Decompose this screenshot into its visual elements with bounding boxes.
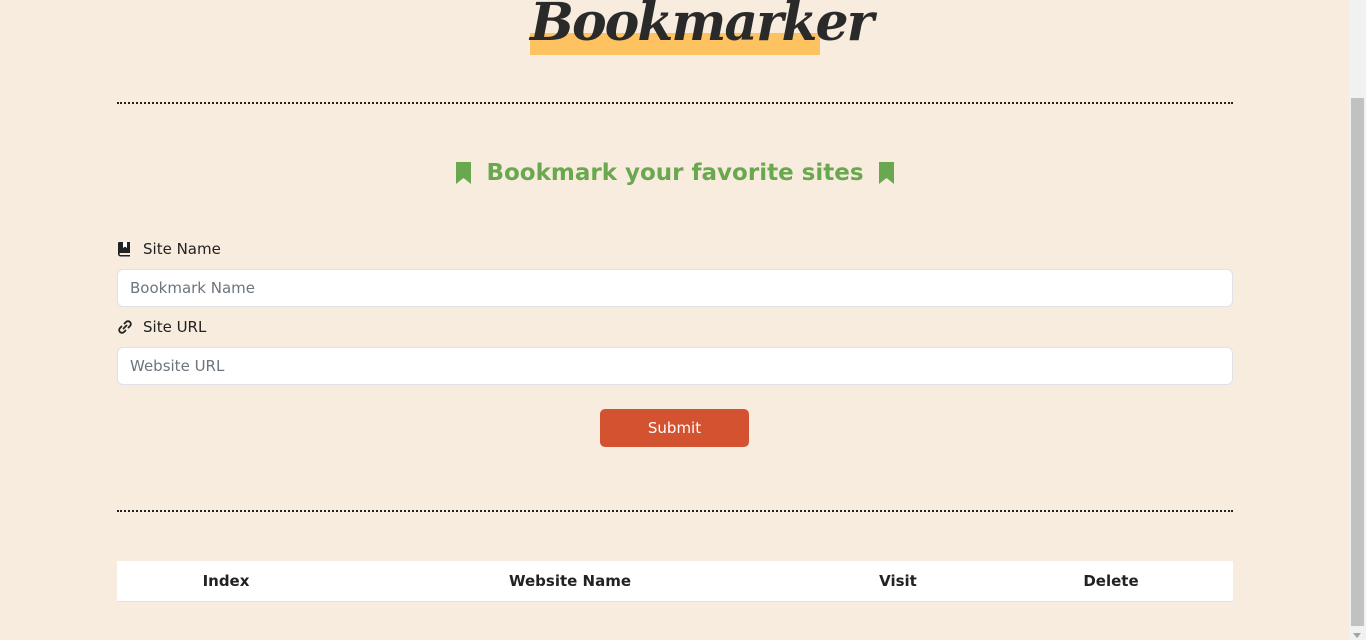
column-header-visit: Visit <box>879 572 917 590</box>
site-url-input[interactable] <box>117 347 1233 385</box>
site-name-label: Site Name <box>117 238 221 260</box>
column-header-delete: Delete <box>1083 572 1139 590</box>
bottom-divider <box>117 510 1233 512</box>
page-heading: Bookmark your favorite sites <box>117 155 1233 191</box>
bookmark-icon <box>878 162 894 184</box>
bookmarks-table: Index Website Name Visit Delete <box>117 561 1233 602</box>
column-header-index: Index <box>202 572 250 590</box>
heading-text: Bookmark your favorite sites <box>486 160 864 186</box>
scrollbar-thumb[interactable] <box>1351 98 1364 626</box>
vertical-scrollbar[interactable] <box>1349 0 1366 640</box>
scroll-down-arrow-icon[interactable] <box>1353 633 1361 638</box>
submit-button[interactable]: Submit <box>600 409 749 447</box>
logo: Bookmarker <box>530 0 874 56</box>
logo-text: Bookmarker <box>530 0 874 53</box>
book-bookmark-icon <box>118 242 130 257</box>
site-name-label-text: Site Name <box>143 240 221 258</box>
top-divider <box>117 102 1233 104</box>
site-url-label-text: Site URL <box>143 318 207 336</box>
bookmark-icon <box>456 162 472 184</box>
site-url-label: Site URL <box>117 316 206 338</box>
site-name-input[interactable] <box>117 269 1233 307</box>
link-icon <box>118 320 132 334</box>
bookmarker-page: Bookmarker Bookmark your favorite sites … <box>0 0 1366 640</box>
column-header-website-name: Website Name <box>508 572 632 590</box>
